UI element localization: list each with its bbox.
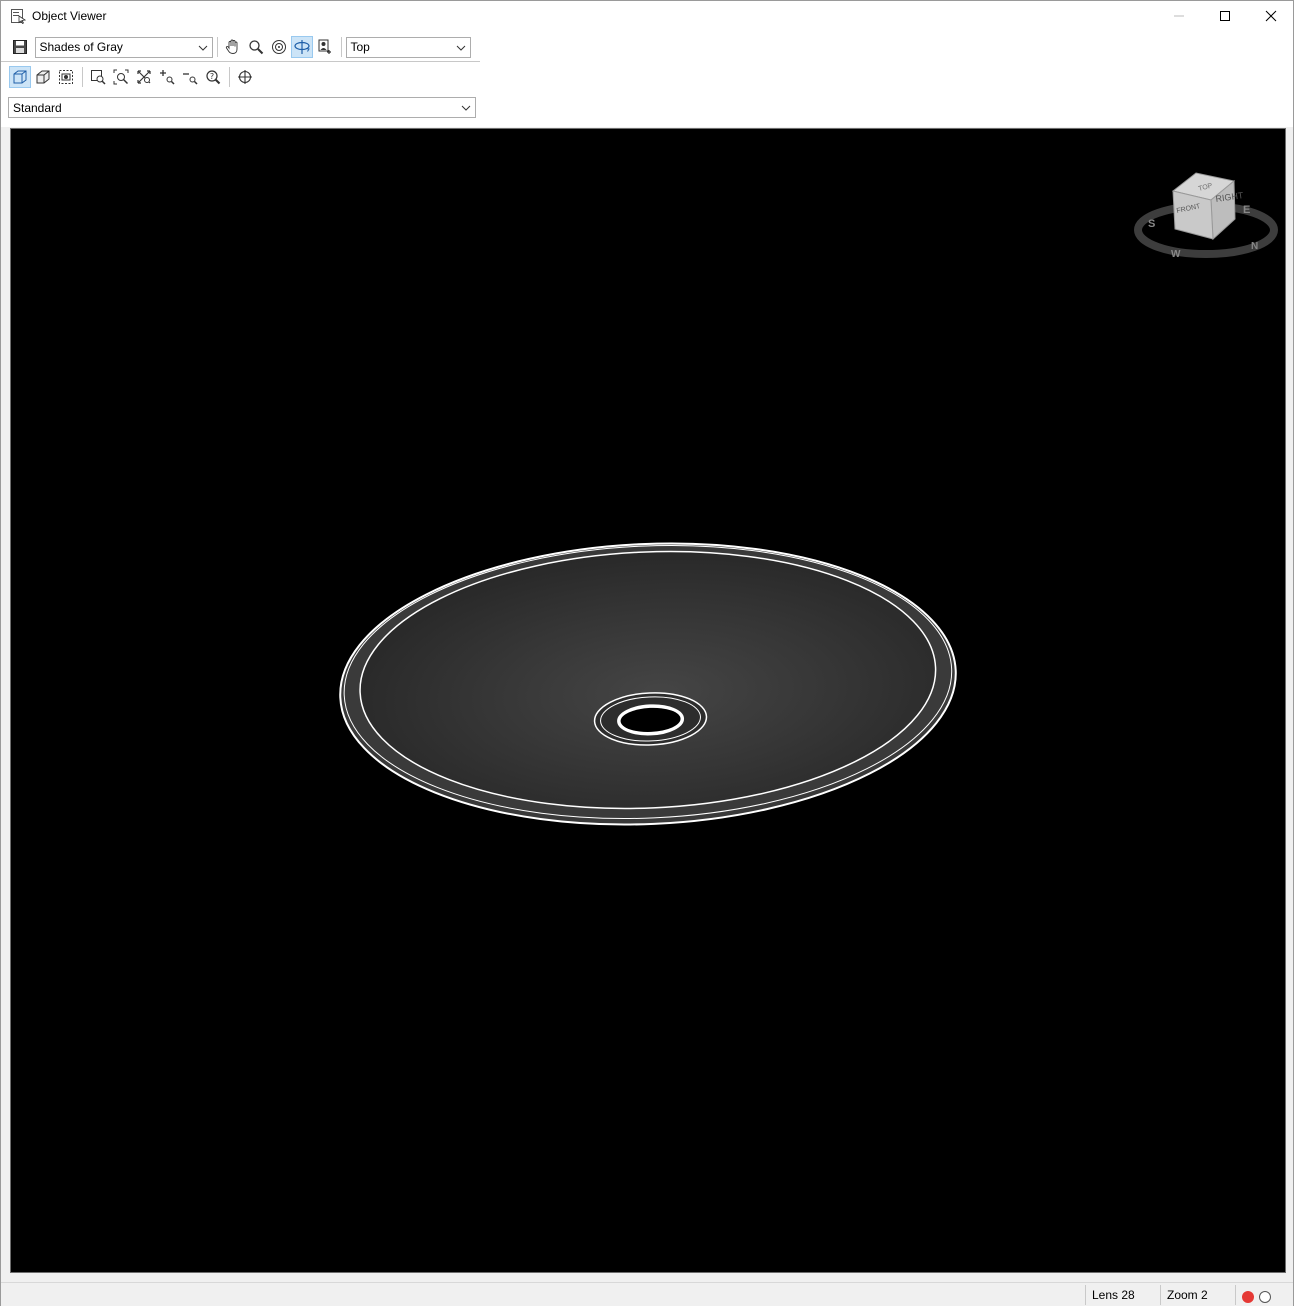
view-value: Top (350, 40, 370, 54)
3d-viewport[interactable]: S N E W TOP RIGHT FRONT (10, 128, 1286, 1273)
zoom-extents-icon (113, 69, 129, 85)
camera-button[interactable] (314, 36, 336, 58)
save-button[interactable] (9, 36, 31, 58)
perspective-cube-icon (36, 70, 50, 84)
title-bar: Object Viewer (1, 1, 1293, 31)
chevron-down-icon (456, 45, 465, 51)
zoom-out-icon (183, 73, 198, 85)
perspective-view-button[interactable] (32, 66, 54, 88)
viewcube[interactable]: S N E W TOP RIGHT FRONT (1134, 172, 1278, 260)
compass-north-label[interactable]: N (1251, 241, 1258, 252)
maximize-button[interactable] (1202, 1, 1248, 31)
hand-pan-icon (225, 39, 238, 54)
red-status-dot[interactable] (1242, 1291, 1254, 1303)
zoom-readout: Zoom 2 (1160, 1285, 1234, 1305)
toolbar-separator (340, 37, 342, 57)
minimize-button[interactable] (1156, 1, 1202, 31)
parallel-cube-icon (13, 70, 27, 84)
zoom-realtime-icon: ? (206, 70, 221, 85)
close-button[interactable] (1248, 1, 1294, 31)
save-icon (13, 40, 27, 54)
ucs-value: Standard (13, 100, 62, 115)
pan-button[interactable] (222, 36, 244, 58)
disc-3d-object[interactable] (334, 531, 962, 838)
toolbar-separator (81, 67, 83, 87)
view-dropdown[interactable]: Top (345, 36, 471, 58)
camera-icon (318, 39, 331, 54)
object-viewer-app-icon (11, 9, 26, 24)
compass-east-label[interactable]: E (1243, 204, 1250, 216)
toolbar-separator (216, 37, 218, 57)
status-indicators (1235, 1285, 1293, 1305)
maximize-icon (1220, 11, 1230, 21)
svg-text:?: ? (210, 72, 214, 81)
minimize-icon (1174, 15, 1184, 17)
orbit-icon (272, 40, 286, 54)
close-icon (1265, 10, 1277, 22)
toolbar-separator (228, 67, 230, 87)
lens-readout: Lens 28 (1085, 1285, 1159, 1305)
window-title: Object Viewer (32, 9, 107, 23)
orbit-button[interactable] (268, 36, 290, 58)
zoom-all-button[interactable] (133, 66, 155, 88)
toolbar-row-2: ? (5, 62, 257, 92)
zoom-in-button[interactable] (156, 66, 178, 88)
crosshair-target-icon (238, 70, 252, 84)
continuous-orbit-button[interactable] (291, 36, 313, 58)
parallel-view-button[interactable] (9, 66, 31, 88)
continuous-orbit-icon (294, 40, 310, 54)
zoom-all-icon (137, 70, 151, 84)
visual-style-dropdown[interactable]: Shades of Gray (34, 36, 213, 58)
zoom-out-button[interactable] (179, 66, 201, 88)
viewport-canvas: S N E W TOP RIGHT FRONT (334, 172, 1278, 838)
compass-west-label[interactable]: W (1171, 249, 1181, 260)
zoom-extents-button[interactable] (110, 66, 132, 88)
toolbar-area: Shades of Gray Top ? Standard (1, 31, 1293, 127)
visual-style-value: Shades of Gray (39, 40, 123, 54)
status-bar: Lens 28 Zoom 2 (1, 1282, 1293, 1306)
ucs-icon-button[interactable] (234, 66, 256, 88)
chevron-down-icon (461, 105, 471, 111)
zoom-in-icon (160, 70, 175, 85)
compass-south-label[interactable]: S (1148, 218, 1155, 230)
zoom-window-icon (91, 70, 106, 85)
ucs-dropdown[interactable]: Standard (8, 97, 476, 118)
zoom-window-button[interactable] (87, 66, 109, 88)
white-status-dot[interactable] (1259, 1291, 1271, 1303)
object-viewer-window: Object Viewer Shades of Gray Top ? Stand… (0, 0, 1294, 1306)
zoom-button[interactable] (245, 36, 267, 58)
toolbar-row-1: Shades of Gray Top (5, 32, 471, 62)
zoom-realtime-button[interactable]: ? (202, 66, 224, 88)
chevron-down-icon (198, 45, 207, 51)
camera-settings-icon (59, 70, 73, 84)
camera-settings-button[interactable] (55, 66, 77, 88)
magnifier-icon (249, 40, 264, 55)
